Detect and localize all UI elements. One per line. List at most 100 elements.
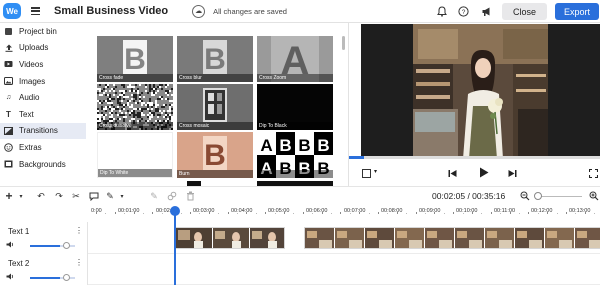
chevron-down-icon[interactable]: ▾ — [374, 168, 377, 175]
sidebar-item-text[interactable]: T Text — [0, 106, 86, 123]
video-icon — [4, 60, 13, 68]
ruler-tick — [349, 213, 351, 214]
volume-slider-handle[interactable] — [63, 242, 70, 249]
chevron-down-icon[interactable]: ▾ — [116, 190, 128, 202]
ruler-label: 00:01:00 — [118, 208, 140, 214]
volume-icon[interactable] — [6, 273, 14, 282]
track-name[interactable]: Text 2 — [8, 259, 29, 268]
ruler-tick — [415, 212, 417, 214]
link-icon — [166, 190, 178, 202]
aspect-ratio-icon[interactable] — [361, 168, 371, 178]
more-options-icon[interactable]: ⋮ — [75, 226, 83, 235]
save-status: All changes are saved — [213, 6, 287, 16]
video-clip[interactable] — [175, 227, 285, 249]
undo-icon[interactable]: ↶ — [35, 190, 47, 202]
transition-cross-zoom[interactable]: A Cross Zoom — [257, 36, 333, 82]
ruler-tick — [368, 213, 370, 214]
add-icon[interactable]: + — [3, 189, 15, 203]
skip-forward-icon[interactable] — [507, 168, 517, 178]
backgrounds-icon — [4, 160, 13, 168]
pen-icon[interactable]: ✎ — [104, 190, 116, 202]
skip-back-icon[interactable] — [447, 168, 457, 178]
logo[interactable]: We — [3, 3, 21, 19]
more-options-icon[interactable]: ⋮ — [75, 258, 83, 267]
sidebar-item-backgrounds[interactable]: Backgrounds — [0, 156, 86, 173]
trash-icon — [184, 190, 196, 202]
ruler-label: 00:11:00 — [494, 208, 516, 214]
playhead-line[interactable] — [174, 212, 176, 285]
project-title[interactable]: Small Business Video — [54, 5, 168, 17]
playback-progress-fill — [349, 156, 365, 159]
fullscreen-icon[interactable] — [588, 168, 598, 178]
sidebar-item-project-bin[interactable]: Project bin — [0, 23, 86, 40]
chevron-down-icon[interactable]: ▾ — [15, 190, 27, 202]
menu-icon[interactable] — [31, 7, 40, 15]
bell-icon[interactable] — [436, 6, 447, 17]
redo-icon[interactable]: ↷ — [53, 190, 65, 202]
ruler-tick — [208, 212, 210, 214]
transition-cross-blur[interactable]: B Cross blur — [177, 36, 253, 82]
preview-area: ▾ — [348, 23, 600, 186]
transition-dip-to-white[interactable]: Dip To White — [97, 132, 173, 178]
zoom-in-icon[interactable] — [588, 190, 600, 202]
sidebar-item-label: Videos — [19, 59, 44, 69]
ruler-tick — [406, 213, 408, 214]
zoom-slider-handle[interactable] — [534, 192, 542, 200]
zoom-slider-track[interactable] — [540, 196, 582, 197]
transition-label — [257, 170, 333, 178]
volume-slider-handle[interactable] — [63, 274, 70, 281]
close-button[interactable]: Close — [502, 3, 547, 20]
split-icon[interactable]: ✂ — [70, 190, 82, 202]
ruler-tick — [237, 213, 238, 214]
sidebar-item-images[interactable]: Images — [0, 73, 86, 90]
sidebar-item-transitions[interactable]: Transitions — [0, 122, 86, 140]
sidebar-item-audio[interactable]: ♫ Audio — [0, 89, 86, 106]
ruler-tick — [387, 213, 389, 214]
play-icon[interactable] — [478, 167, 489, 178]
video-frame[interactable] — [413, 24, 548, 159]
transition-cross-mosaic[interactable]: Cross mosaic — [177, 84, 253, 130]
ruler-label: 00:07:00 — [344, 208, 366, 214]
panel-scrollbar[interactable] — [342, 36, 345, 50]
transition-burn[interactable]: B Burn — [177, 132, 253, 178]
sidebar-item-videos[interactable]: Videos — [0, 56, 86, 73]
ruler-tick — [500, 213, 502, 214]
help-icon[interactable]: ? — [458, 6, 469, 17]
ruler-tick — [133, 212, 135, 214]
sidebar-item-extras[interactable]: Extras — [0, 139, 86, 156]
ruler-tick — [519, 213, 520, 214]
video-stage — [361, 24, 600, 159]
ruler-label: 00:12:00 — [531, 208, 553, 214]
saved-status-icon: ☁ — [192, 4, 206, 18]
transition-dip-to-black[interactable]: Dip To Black — [257, 84, 333, 130]
timeline-ruler[interactable]: 0:00 00:01:00 00:02:00 00:03:00 00:04:00… — [88, 204, 600, 220]
video-clip[interactable] — [304, 227, 600, 249]
ruler-tick — [472, 212, 473, 214]
sidebar-item-label: Audio — [19, 93, 40, 103]
music-icon: ♫ — [5, 94, 12, 102]
ruler-tick — [124, 213, 126, 214]
zoom-out-icon[interactable] — [519, 190, 531, 202]
track-lane-text-2[interactable] — [88, 254, 600, 285]
ruler-tick — [312, 213, 314, 214]
track-name[interactable]: Text 1 — [8, 227, 29, 236]
track-lane-text-1[interactable] — [88, 222, 600, 254]
transition-cross-fade[interactable]: B Cross fade — [97, 36, 173, 82]
ruler-tick — [161, 213, 163, 214]
playhead-handle[interactable] — [170, 206, 180, 216]
comment-icon[interactable] — [88, 190, 100, 202]
playback-progress[interactable] — [349, 156, 600, 159]
ruler-tick — [105, 213, 107, 214]
volume-slider-fill — [30, 277, 60, 279]
megaphone-icon[interactable] — [481, 6, 492, 17]
volume-icon[interactable] — [6, 241, 14, 250]
svg-text:?: ? — [462, 9, 466, 16]
ruler-tick — [255, 213, 257, 214]
transition-cross-dissolve[interactable]: Cross dissolve — [97, 84, 173, 130]
sidebar-item-uploads[interactable]: Uploads — [0, 40, 86, 57]
svg-text:A: A — [260, 136, 272, 155]
ruler-tick — [340, 212, 342, 214]
transitions-panel: B Cross fade B Cross blur A Cross Zoom C… — [86, 23, 348, 186]
export-button[interactable]: Export — [555, 3, 599, 20]
transition-pattern[interactable]: A B B B A B B B — [257, 132, 333, 178]
